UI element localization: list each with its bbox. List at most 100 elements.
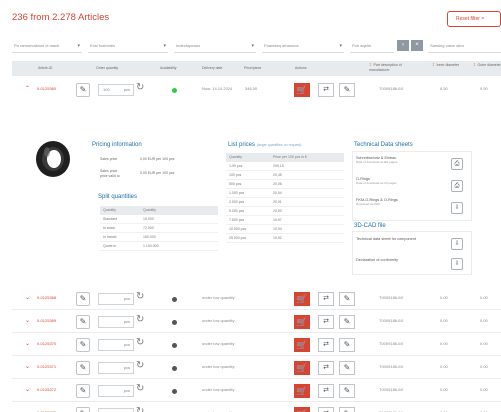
split-cell: Quote in (103, 244, 117, 248)
tech-doc-3[interactable]: FKM-O-Rings & O-Rings Download as PDF (356, 198, 398, 206)
quantity-value: 100 (103, 87, 110, 92)
download-icon[interactable]: ⇩ (451, 258, 463, 270)
price-per-piece: 346,50 (245, 86, 258, 91)
compare-button[interactable]: ⇄ (318, 292, 334, 306)
table-row-expanded[interactable]: ⌃ 0-0125360 ✎ pcs 100 ↻ Now: 14.10.2024 3… (12, 79, 501, 101)
col-part-description-label: Part description of manufacturer (369, 63, 402, 72)
filter-clear-button[interactable]: × (411, 40, 423, 51)
quantity-input[interactable]: pcs (98, 316, 134, 328)
col-availability[interactable]: Availability (160, 61, 176, 76)
edit-button[interactable]: ✎ (339, 338, 355, 352)
article-id[interactable]: 0-0125370 (37, 341, 56, 346)
refresh-icon[interactable]: ↻ (136, 383, 144, 394)
col-part-description[interactable]: ↕ Part description of manufacturer (369, 63, 419, 78)
cad-doc-2[interactable]: Declaration of conformity (356, 258, 436, 262)
edit-note-button[interactable]: ✎ (76, 315, 90, 329)
col-delivery-date[interactable]: Delivery date (202, 61, 222, 76)
download-icon[interactable]: ⎙ (451, 180, 463, 192)
filter-dropdown-4[interactable]: Poaniaeq amaooca ▾ (262, 39, 344, 53)
table-row[interactable]: ⌄ 0-0125368 ✎ pcs ↻ under low quantity 🛒 ⇄ ✎ T000… (12, 288, 501, 310)
edit-note-button[interactable]: ✎ (76, 292, 90, 306)
chevron-down-icon[interactable]: ⌄ (25, 294, 30, 301)
compare-button[interactable]: ⇄ (318, 407, 334, 412)
tech-doc-1[interactable]: Schreibschutz & Einbau Data of download a… (356, 156, 397, 164)
refresh-icon[interactable]: ↻ (136, 337, 144, 348)
compare-button[interactable]: ⇄ (318, 338, 334, 352)
add-to-cart-button[interactable]: 🛒 (294, 407, 310, 412)
filter-dropdown-3[interactable]: Indectopeano ▾ (174, 39, 256, 53)
quantity-input[interactable]: pcs (98, 408, 134, 412)
download-icon[interactable]: ⇩ (451, 238, 463, 250)
refresh-icon[interactable]: ↻ (136, 82, 144, 93)
edit-button[interactable]: ✎ (339, 315, 355, 329)
chevron-up-icon[interactable]: ⌃ (25, 85, 30, 92)
col-inner-diameter[interactable]: ↕ Inner diameter (432, 63, 466, 78)
compare-button[interactable]: ⇄ (318, 315, 334, 329)
compare-button[interactable]: ⇄ (318, 83, 334, 97)
chevron-down-icon[interactable]: ⌄ (25, 340, 30, 347)
article-id[interactable]: 0-0125372 (37, 387, 56, 392)
compare-button[interactable]: ⇄ (318, 384, 334, 398)
filter-dropdown-1[interactable]: Pa ramoecatinon ct macb ▾ (12, 39, 82, 53)
quantity-input[interactable]: pcs (98, 385, 134, 397)
filter-dropdown-2[interactable]: Ensi fosiredes ▾ (88, 39, 168, 53)
reset-filter-button[interactable]: Reset filter × (447, 11, 501, 27)
compare-button[interactable]: ⇄ (318, 361, 334, 375)
add-to-cart-button[interactable]: 🛒 (294, 292, 310, 306)
quantity-input[interactable]: pcs (98, 362, 134, 374)
col-order-quantity[interactable]: Order quantity (96, 61, 118, 76)
split-head-2: Quantity (143, 208, 157, 212)
edit-button[interactable]: ✎ (339, 361, 355, 375)
inner-diameter: 0,00 (440, 341, 448, 346)
list-prices-title: List prices (larger quantities on reques… (228, 142, 301, 148)
pricing-value-1: 0,00 EUR per 100 pcs (140, 157, 175, 161)
table-row[interactable]: ⌄ 0-0125372 ✎ pcs ↻ under low quantity 🛒 ⇄ ✎ T000… (12, 380, 501, 402)
col-outer-diameter[interactable]: ↕ Outer diameter (473, 63, 501, 78)
chevron-down-icon[interactable]: ⌄ (25, 363, 30, 370)
edit-note-button[interactable]: ✎ (76, 361, 90, 375)
table-row[interactable]: ⌄ 0-0125369 ✎ pcs ↻ under low quantity 🛒 ⇄ ✎ T000… (12, 311, 501, 333)
quantity-input[interactable]: pcs 100 (98, 84, 134, 96)
filter-1-label: Pa ramoecatinon ct macb (14, 43, 60, 48)
quantity-input[interactable]: pcs (98, 293, 134, 305)
add-to-cart-button[interactable]: 🛒 (294, 338, 310, 352)
add-to-cart-button[interactable]: 🛒 (294, 384, 310, 398)
chevron-down-icon[interactable]: ⌄ (25, 386, 30, 393)
edit-button[interactable]: ✎ (339, 384, 355, 398)
edit-note-button[interactable]: ✎ (76, 384, 90, 398)
table-row[interactable]: ⌄0-0125373✎pcs↻under low quantity🛒⇄✎T000… (12, 403, 501, 412)
article-id[interactable]: 0-0125371 (37, 364, 56, 369)
chevron-down-icon[interactable]: ⌄ (25, 317, 30, 324)
edit-button[interactable]: ✎ (339, 83, 355, 97)
refresh-icon[interactable]: ↻ (136, 291, 144, 302)
table-row: 500 pcs 20,06 (226, 180, 344, 189)
download-icon[interactable]: ⎙ (451, 158, 463, 170)
table-row[interactable]: ⌄ 0-0125370 ✎ pcs ↻ under low quantity 🛒 ⇄ ✎ T000… (12, 334, 501, 356)
refresh-icon[interactable]: ↻ (136, 360, 144, 371)
filter-apply-button[interactable]: › (397, 40, 409, 51)
outer-diameter: 0,00 (480, 387, 488, 392)
quantity-input[interactable]: pcs (98, 339, 134, 351)
col-article-id[interactable]: Article-ID (38, 61, 52, 76)
availability-dot-icon (172, 297, 177, 302)
filter-input-6[interactable]: Sansing value akm (428, 39, 501, 53)
edit-note-button[interactable]: ✎ (76, 407, 90, 412)
download-icon[interactable]: ⇩ (451, 202, 463, 214)
add-to-cart-button[interactable]: 🛒 (294, 83, 310, 97)
table-row[interactable]: ⌄ 0-0125371 ✎ pcs ↻ under low quantity 🛒 ⇄ ✎ T000… (12, 357, 501, 379)
edit-note-button[interactable]: ✎ (76, 338, 90, 352)
add-to-cart-button[interactable]: 🛒 (294, 315, 310, 329)
edit-button[interactable]: ✎ (339, 292, 355, 306)
filter-input-5[interactable]: Poh aqsfm (350, 39, 394, 53)
edit-note-button[interactable]: ✎ (76, 83, 90, 97)
col-price[interactable]: Price/piece (244, 61, 261, 76)
refresh-icon[interactable]: ↻ (136, 314, 144, 325)
article-id[interactable]: 0-0125368 (37, 295, 56, 300)
tech-doc-2[interactable]: O-Rings Data of download as 23 pages (356, 177, 397, 185)
article-id[interactable]: 0-0125360 (37, 86, 56, 91)
article-id[interactable]: 0-0125369 (37, 318, 56, 323)
cad-doc-1[interactable]: Technical data sheet for component (356, 237, 436, 241)
refresh-icon[interactable]: ↻ (136, 406, 144, 412)
add-to-cart-button[interactable]: 🛒 (294, 361, 310, 375)
edit-button[interactable]: ✎ (339, 407, 355, 412)
